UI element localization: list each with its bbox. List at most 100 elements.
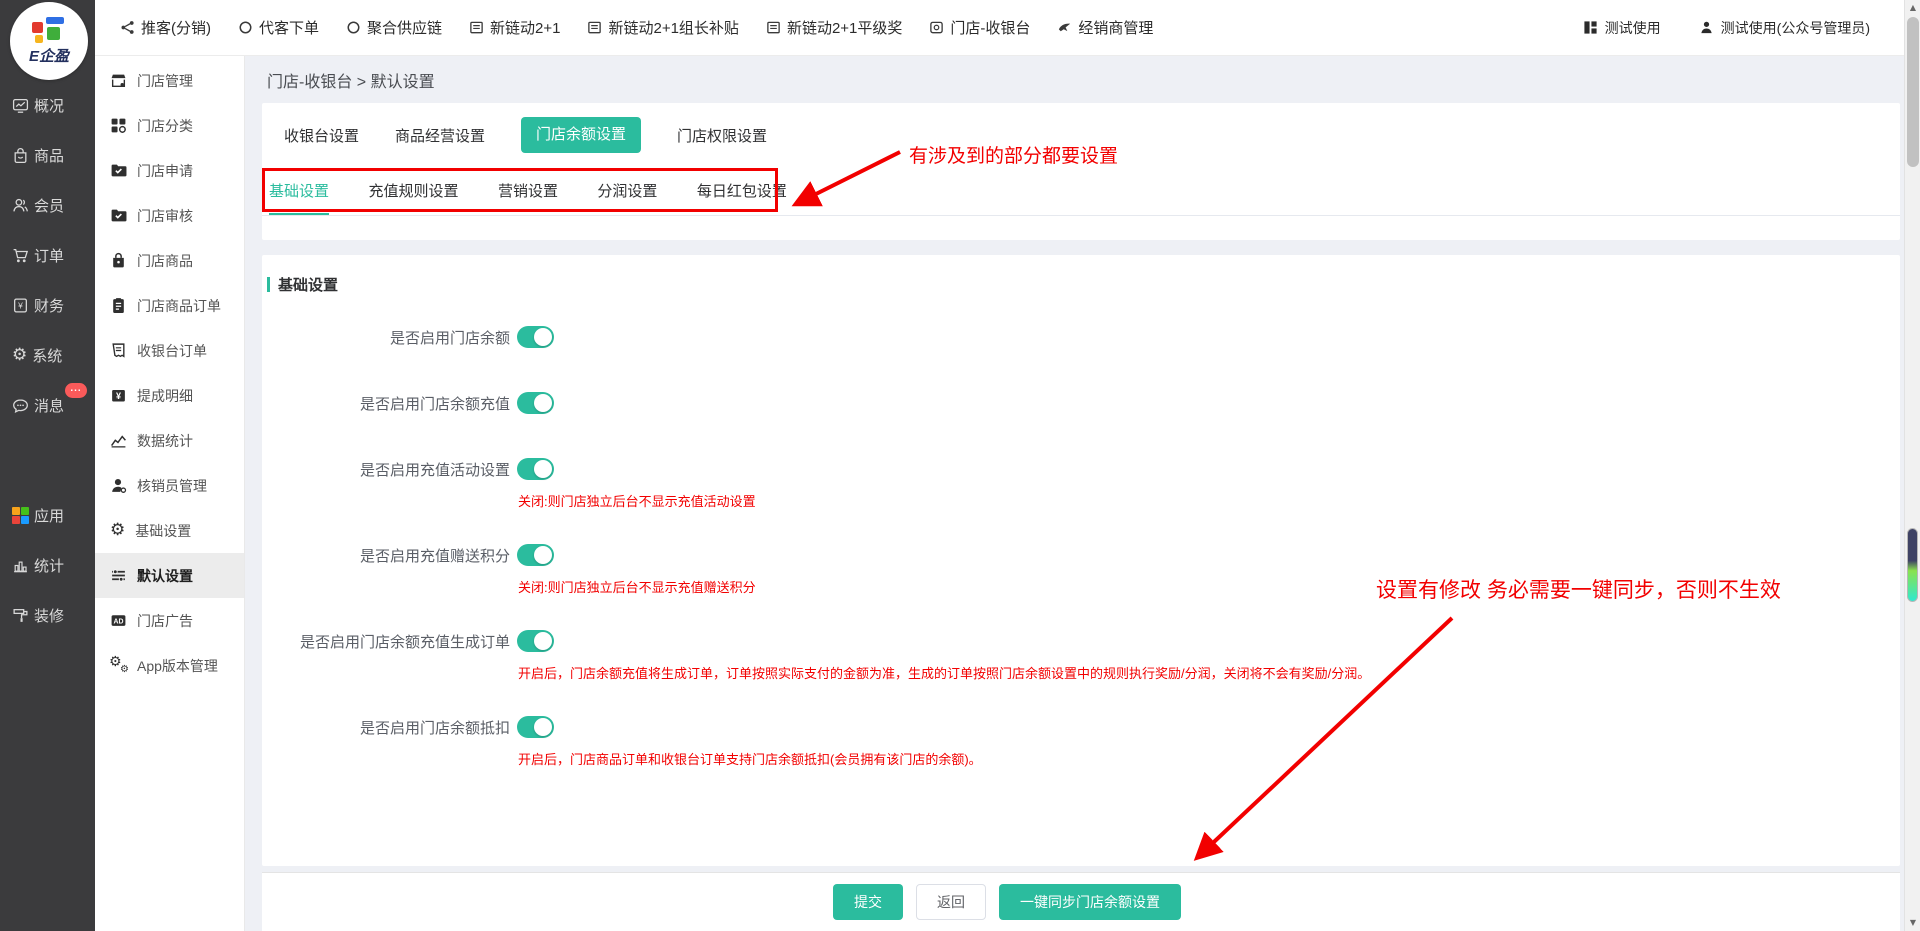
sync-store-balance-button[interactable]: 一键同步门店余额设置: [999, 884, 1181, 920]
subtab-daily-redpacket[interactable]: 每日红包设置: [697, 170, 787, 213]
sliders-icon: [110, 567, 127, 584]
clipboard-icon: [110, 297, 127, 314]
svg-text:¥: ¥: [17, 300, 23, 310]
stats-bars-icon: [12, 557, 29, 574]
account-menu[interactable]: 测试使用(公众号管理员): [1699, 18, 1870, 38]
section-accent-bar: [267, 277, 270, 292]
svg-text:AD: AD: [114, 618, 124, 625]
sidebar-item-overview[interactable]: 概况: [0, 80, 95, 130]
sidebar-item-commission-detail[interactable]: ¥ 提成明细: [95, 373, 244, 418]
submit-button[interactable]: 提交: [833, 884, 903, 920]
breadcrumb: 门店-收银台 > 默认设置: [245, 56, 1904, 103]
topbar: 推客(分销) 代客下单 聚合供应链 新链动2+1 新链动2+1组长补贴 新链动2…: [95, 0, 1904, 56]
nav-item-store-cashier[interactable]: 门店-收银台: [929, 17, 1030, 38]
subtab-profit-sharing[interactable]: 分润设置: [597, 170, 657, 213]
page-scrollbar[interactable]: ▲ ▼: [1904, 0, 1920, 931]
tab-cashier-settings[interactable]: 收银台设置: [284, 125, 359, 146]
nav-item-proxy-order[interactable]: 代客下单: [238, 17, 319, 38]
sidebar-item-basic-settings[interactable]: ⚙ 基础设置: [95, 508, 244, 553]
sidebar-item-store-goods-orders[interactable]: 门店商品订单: [95, 283, 244, 328]
message-badge: ...: [65, 383, 87, 398]
nav-item-promoter[interactable]: 推客(分销): [120, 17, 211, 38]
system-gear-icon: ⚙: [12, 347, 27, 364]
design-roller-icon: [12, 607, 29, 624]
topbar-account-area: 测试使用 测试使用(公众号管理员): [1583, 18, 1870, 38]
sidebar-item-finance[interactable]: ¥ 财务: [0, 280, 95, 330]
sidebar-item-store-apply[interactable]: 门店申请: [95, 148, 244, 193]
sidebar-item-message[interactable]: 消息 ...: [0, 380, 95, 430]
tab-store-balance-settings[interactable]: 门店余额设置: [521, 117, 641, 153]
toggle-enable-recharge-activity[interactable]: [517, 458, 554, 480]
sidebar-item-app-version[interactable]: ⚙⚙ App版本管理: [95, 643, 244, 688]
folder-check-icon: [110, 207, 127, 224]
subtab-basic-settings[interactable]: 基础设置: [269, 170, 329, 215]
topbar-nav: 推客(分销) 代客下单 聚合供应链 新链动2+1 新链动2+1组长补贴 新链动2…: [120, 17, 1153, 38]
order-cart-icon: [12, 247, 29, 264]
nav-item-chain-2plus1[interactable]: 新链动2+1: [469, 17, 560, 38]
commission-yen-icon: ¥: [110, 387, 127, 404]
sidebar-item-default-settings[interactable]: 默认设置: [95, 553, 244, 598]
scrollbar-down-arrow[interactable]: ▼: [1905, 915, 1920, 931]
form-icon: [766, 20, 781, 35]
subtab-recharge-rules[interactable]: 充值规则设置: [368, 170, 458, 213]
trend-chart-icon: [110, 432, 127, 449]
test-env-button[interactable]: 测试使用: [1583, 18, 1661, 38]
sidebar-item-design[interactable]: 装修: [0, 590, 95, 640]
toggle-enable-balance-recharge[interactable]: [517, 392, 554, 414]
sidebar-item-cashier-orders[interactable]: 收银台订单: [95, 328, 244, 373]
nav-item-chain-2plus1-peer[interactable]: 新链动2+1平级奖: [766, 17, 902, 38]
double-gear-icon: ⚙⚙: [110, 657, 127, 674]
user-icon: [1699, 20, 1714, 35]
primary-sidebar: E企盈 概况 商品 会员 订单 ¥ 财务: [0, 0, 95, 931]
sidebar-item-verifier-management[interactable]: 核销员管理: [95, 463, 244, 508]
tab-store-permission-settings[interactable]: 门店权限设置: [677, 125, 767, 146]
back-button[interactable]: 返回: [916, 884, 986, 920]
sidebar-item-store-review[interactable]: 门店审核: [95, 193, 244, 238]
form-row: 是否启用充值赠送积分 关闭:则门店独立后台不显示充值赠送积分: [262, 544, 1900, 596]
toggle-enable-recharge-order[interactable]: [517, 630, 554, 652]
sidebar-item-store-ads[interactable]: AD 门店广告: [95, 598, 244, 643]
nav-item-chain-2plus1-leader[interactable]: 新链动2+1组长补贴: [587, 17, 738, 38]
tab-goods-operation-settings[interactable]: 商品经营设置: [395, 125, 485, 146]
sidebar-spacer: [0, 430, 95, 490]
scroll-position-indicator: [1907, 528, 1918, 602]
form-icon: [587, 20, 602, 35]
form-card: 基础设置 是否启用门店余额 是否启用门店余额充值: [262, 255, 1900, 866]
field-note: 关闭:则门店独立后台不显示充值赠送积分: [518, 579, 1900, 596]
toggle-enable-balance-deduction[interactable]: [517, 716, 554, 738]
toggle-enable-store-balance[interactable]: [517, 326, 554, 348]
app-root: E企盈 概况 商品 会员 订单 ¥ 财务: [0, 0, 1920, 931]
tabs-card: 收银台设置 商品经营设置 门店余额设置 门店权限设置 基础设置 充值规则设置 营…: [262, 103, 1900, 240]
sidebar-item-apps[interactable]: 应用: [0, 490, 95, 540]
app-logo[interactable]: E企盈: [10, 2, 88, 80]
sidebar-item-data-stats[interactable]: 数据统计: [95, 418, 244, 463]
subtab-marketing[interactable]: 营销设置: [498, 170, 558, 213]
grid-icon: [1583, 20, 1598, 35]
secondary-sidebar: 门店管理 门店分类 门店申请 门店审核 门店商品 门店商品订单 收银台订单 ¥: [95, 56, 245, 931]
sidebar-item-store-goods[interactable]: 门店商品: [95, 238, 244, 283]
category-icon: [110, 117, 127, 134]
form-row: 是否启用门店余额: [262, 326, 1900, 348]
nav-item-supply-chain[interactable]: 聚合供应链: [346, 17, 442, 38]
circle-icon: [346, 20, 361, 35]
nav-item-dealer-management[interactable]: 经销商管理: [1057, 17, 1153, 38]
scrollbar-thumb[interactable]: [1907, 17, 1919, 167]
folder-check-icon: [110, 162, 127, 179]
toggle-enable-recharge-points[interactable]: [517, 544, 554, 566]
form-icon: [469, 20, 484, 35]
svg-text:¥: ¥: [116, 391, 121, 401]
scrollbar-up-arrow[interactable]: ▲: [1905, 0, 1920, 16]
dealer-icon: [1057, 20, 1072, 35]
sidebar-item-store-category[interactable]: 门店分类: [95, 103, 244, 148]
sidebar-item-store-management[interactable]: 门店管理: [95, 58, 244, 103]
sidebar-item-system[interactable]: ⚙ 系统: [0, 330, 95, 380]
form-row: 是否启用门店余额充值生成订单 开启后，门店余额充值将生成订单，订单按照实际支付的…: [262, 630, 1900, 682]
logo-blocks-icon: [32, 17, 66, 43]
sidebar-item-order[interactable]: 订单: [0, 230, 95, 280]
sidebar-item-stats[interactable]: 统计: [0, 540, 95, 590]
sidebar-item-goods[interactable]: 商品: [0, 130, 95, 180]
overview-icon: [12, 97, 29, 114]
apps-icon: [12, 507, 29, 524]
form-row: 是否启用充值活动设置 关闭:则门店独立后台不显示充值活动设置: [262, 458, 1900, 510]
sidebar-item-member[interactable]: 会员: [0, 180, 95, 230]
